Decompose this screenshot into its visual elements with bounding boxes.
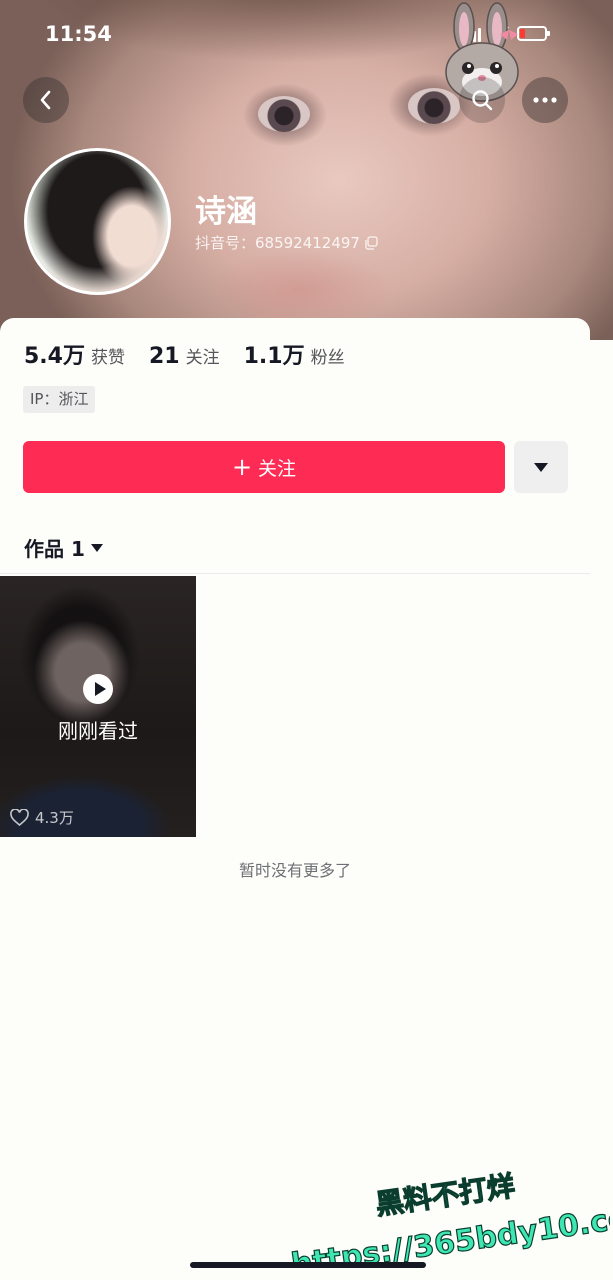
home-indicator[interactable]: [190, 1262, 426, 1268]
tab-works[interactable]: 作品 1: [24, 533, 103, 562]
video-thumbnail[interactable]: 刚刚看过 4.3万: [0, 576, 196, 837]
profile-name: 诗涵: [195, 194, 257, 230]
stat-value: 1.1万: [243, 344, 305, 369]
video-likes-count: 4.3万: [35, 809, 74, 827]
no-more-content: 暂时没有更多了: [238, 861, 351, 880]
watermark-line1: 黑料不打烊: [374, 1169, 517, 1221]
more-icon: [533, 97, 557, 103]
profile-stats: 5.4万 获赞 21 关注 1.1万 粉丝: [24, 338, 369, 370]
back-icon: [40, 90, 51, 110]
stat-following[interactable]: 21 关注: [149, 343, 220, 369]
follow-label: 关注: [258, 457, 297, 480]
more-options-button[interactable]: [522, 77, 568, 123]
recently-watched-label: 刚刚看过: [58, 719, 138, 743]
stat-label: 获赞: [90, 348, 125, 368]
divider: [0, 573, 590, 574]
dropdown-icon: [534, 462, 548, 472]
tab-works-label: 作品 1: [24, 537, 85, 561]
stat-likes[interactable]: 5.4万 获赞: [24, 338, 125, 370]
search-button[interactable]: [459, 77, 505, 123]
plus-icon: +: [231, 453, 253, 481]
stat-label: 关注: [185, 348, 220, 368]
site-watermark: 黑料不打烊 https://365bdy10.com: [288, 1169, 610, 1265]
ip-location-tag: IP：浙江: [23, 386, 96, 413]
search-icon: [472, 90, 493, 111]
play-icon: [83, 674, 113, 704]
status-time: 11:54: [45, 22, 112, 46]
stat-value: 21: [148, 344, 180, 369]
follow-button[interactable]: + 关注: [23, 441, 505, 493]
chevron-down-icon: [90, 543, 103, 552]
back-button[interactable]: [23, 77, 69, 123]
recommend-dropdown-button[interactable]: [514, 441, 568, 493]
douyin-id-text: 抖音号：68592412497: [195, 234, 360, 252]
video-likes: 4.3万: [10, 807, 74, 828]
stat-label: 粉丝: [310, 348, 345, 368]
heart-icon: [10, 809, 29, 826]
stat-followers[interactable]: 1.1万 粉丝: [244, 338, 345, 370]
avatar[interactable]: [24, 148, 171, 295]
douyin-id[interactable]: 抖音号：68592412497: [195, 232, 378, 253]
stat-value: 5.4万: [24, 344, 85, 369]
copy-icon[interactable]: [364, 235, 378, 250]
